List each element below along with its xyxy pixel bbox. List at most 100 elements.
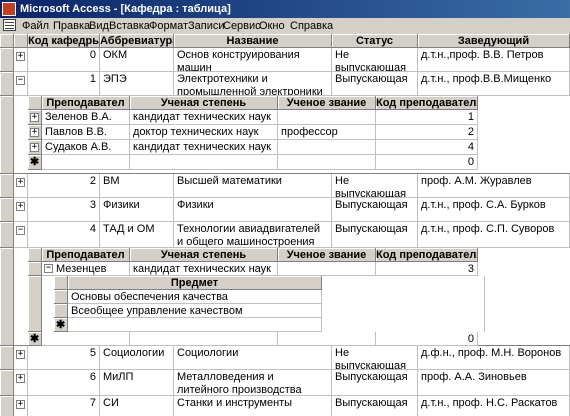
- expand-plus-icon[interactable]: +: [30, 113, 39, 122]
- record-selector[interactable]: [0, 248, 14, 346]
- record-selector[interactable]: [0, 396, 14, 416]
- cell-code[interactable]: 4: [28, 222, 100, 248]
- sub-cell-teacher[interactable]: −Мезенцев А.С.: [42, 262, 130, 276]
- cell-name[interactable]: Электротехники и промышленной электроник…: [174, 72, 332, 96]
- collapse-minus-icon[interactable]: −: [16, 226, 25, 235]
- menu-file[interactable]: Файл: [22, 19, 49, 33]
- sub-new-cell-degree[interactable]: [130, 155, 278, 170]
- record-selector[interactable]: [0, 198, 14, 222]
- cell-abbr[interactable]: ТАД и ОМ: [100, 222, 174, 248]
- cell-name[interactable]: Технологии авиадвигателей и общего машин…: [174, 222, 332, 248]
- cell-head[interactable]: проф. А.А. Зиновьев: [418, 370, 570, 396]
- sub-cell-degree[interactable]: доктор технических наук: [130, 125, 278, 140]
- column-header-name[interactable]: Название: [174, 34, 332, 48]
- sub-new-cell-code[interactable]: 0: [376, 155, 478, 170]
- sub-header-degree[interactable]: Ученая степень: [130, 248, 278, 262]
- collapse-minus-icon[interactable]: −: [44, 264, 53, 273]
- sub-record-selector[interactable]: +: [28, 110, 42, 125]
- cell-status[interactable]: Не выпускающая: [332, 174, 418, 198]
- subject-new-record-selector[interactable]: ✱: [54, 318, 68, 332]
- expand-plus-icon[interactable]: +: [30, 128, 39, 137]
- cell-code[interactable]: 1: [28, 72, 100, 96]
- record-selector[interactable]: [0, 370, 14, 396]
- cell-abbr[interactable]: Социологии: [100, 346, 174, 370]
- sub-cell-teacher[interactable]: Зеленов В.А.: [42, 110, 130, 125]
- column-header-status[interactable]: Статус: [332, 34, 418, 48]
- sub-record-selector[interactable]: +: [28, 140, 42, 155]
- expand-plus-icon[interactable]: +: [16, 178, 25, 187]
- sub-cell-code[interactable]: 1: [376, 110, 478, 125]
- expand-plus-icon[interactable]: +: [16, 350, 25, 359]
- expand-plus-icon[interactable]: +: [16, 202, 25, 211]
- sub-header-degree[interactable]: Ученая степень: [130, 96, 278, 110]
- menu-window[interactable]: Окно: [259, 19, 285, 33]
- column-header-abbr[interactable]: Аббревиатура: [100, 34, 174, 48]
- sub-record-selector[interactable]: [28, 262, 42, 276]
- cell-status[interactable]: Выпускающая: [332, 72, 418, 96]
- select-all-corner[interactable]: [0, 34, 14, 48]
- cell-name[interactable]: Социологии: [174, 346, 332, 370]
- cell-head[interactable]: д.ф.н., проф. М.Н. Воронов: [418, 346, 570, 370]
- menu-insert[interactable]: Вставка: [109, 19, 150, 33]
- cell-abbr[interactable]: ЭПЭ: [100, 72, 174, 96]
- cell-head[interactable]: д.т.н., проф.В.В.Мищенко: [418, 72, 570, 96]
- expand-plus-icon[interactable]: +: [16, 374, 25, 383]
- sub-header-teacher[interactable]: Преподавател: [42, 248, 130, 262]
- cell-abbr[interactable]: МиЛП: [100, 370, 174, 396]
- cell-head[interactable]: д.т.н.,проф. В.В. Петров: [418, 48, 570, 72]
- cell-name[interactable]: Металловедения и литейного производства: [174, 370, 332, 396]
- column-header-code[interactable]: Код кафедры: [28, 34, 100, 48]
- sub-new-cell-teacher[interactable]: [42, 332, 130, 346]
- cell-code[interactable]: 0: [28, 48, 100, 72]
- sub-cell-code[interactable]: 3: [376, 262, 478, 276]
- menu-help[interactable]: Справка: [290, 19, 333, 33]
- sub-header-teacher[interactable]: Преподавател: [42, 96, 130, 110]
- cell-status[interactable]: Выпускающая: [332, 370, 418, 396]
- sub-header-title[interactable]: Ученое звание: [278, 96, 376, 110]
- access-app-icon[interactable]: [2, 2, 16, 16]
- sub-cell-degree[interactable]: кандидат технических наук: [130, 110, 278, 125]
- cell-name[interactable]: Основ конструирования машин: [174, 48, 332, 72]
- menu-edit[interactable]: Правка: [53, 19, 90, 33]
- sub-new-cell-degree[interactable]: [130, 332, 278, 346]
- sub-header-title[interactable]: Ученое звание: [278, 248, 376, 262]
- subject-cell[interactable]: Основы обеспечения качества: [68, 290, 322, 304]
- cell-head[interactable]: д.т.н., проф. Н.С. Раскатов: [418, 396, 570, 416]
- record-selector[interactable]: [0, 48, 14, 72]
- sub-cell-degree[interactable]: кандидат технических наук: [130, 262, 278, 276]
- sub-new-record-selector[interactable]: ✱: [28, 332, 42, 346]
- cell-head[interactable]: д.т.н., проф. С.А. Бурков: [418, 198, 570, 222]
- sub-new-cell-teacher[interactable]: [42, 155, 130, 170]
- expand-plus-icon[interactable]: +: [16, 52, 25, 61]
- cell-status[interactable]: Не выпускающая: [332, 48, 418, 72]
- record-selector[interactable]: [0, 346, 14, 370]
- sub-cell-code[interactable]: 4: [376, 140, 478, 155]
- sub-cell-teacher[interactable]: Судаков А.В.: [42, 140, 130, 155]
- cell-code[interactable]: 2: [28, 174, 100, 198]
- subject-record-selector[interactable]: [54, 304, 68, 318]
- cell-code[interactable]: 6: [28, 370, 100, 396]
- sub-cell-title[interactable]: [278, 262, 376, 276]
- cell-code[interactable]: 3: [28, 198, 100, 222]
- record-selector[interactable]: [0, 96, 14, 174]
- sub-record-selector[interactable]: [28, 276, 42, 332]
- menu-records[interactable]: Записи: [188, 19, 225, 33]
- menu-view[interactable]: Вид: [89, 19, 109, 33]
- column-header-head[interactable]: Заведующий: [418, 34, 570, 48]
- record-selector[interactable]: [0, 72, 14, 96]
- cell-status[interactable]: Выпускающая: [332, 222, 418, 248]
- sub-record-selector[interactable]: +: [28, 125, 42, 140]
- sub-new-cell-title[interactable]: [278, 332, 376, 346]
- sub-header-code[interactable]: Код преподавателя: [376, 96, 478, 110]
- cell-code[interactable]: 7: [28, 396, 100, 416]
- sub-new-cell-code[interactable]: 0: [376, 332, 478, 346]
- cell-abbr[interactable]: СИ: [100, 396, 174, 416]
- cell-name[interactable]: Станки и инструменты: [174, 396, 332, 416]
- expand-plus-icon[interactable]: +: [16, 400, 25, 409]
- subject-header[interactable]: Предмет: [68, 276, 322, 290]
- cell-status[interactable]: Не выпускающая: [332, 346, 418, 370]
- record-selector[interactable]: [0, 174, 14, 198]
- cell-abbr[interactable]: ОКМ: [100, 48, 174, 72]
- cell-name[interactable]: Высшей математики: [174, 174, 332, 198]
- subject-record-selector[interactable]: [54, 290, 68, 304]
